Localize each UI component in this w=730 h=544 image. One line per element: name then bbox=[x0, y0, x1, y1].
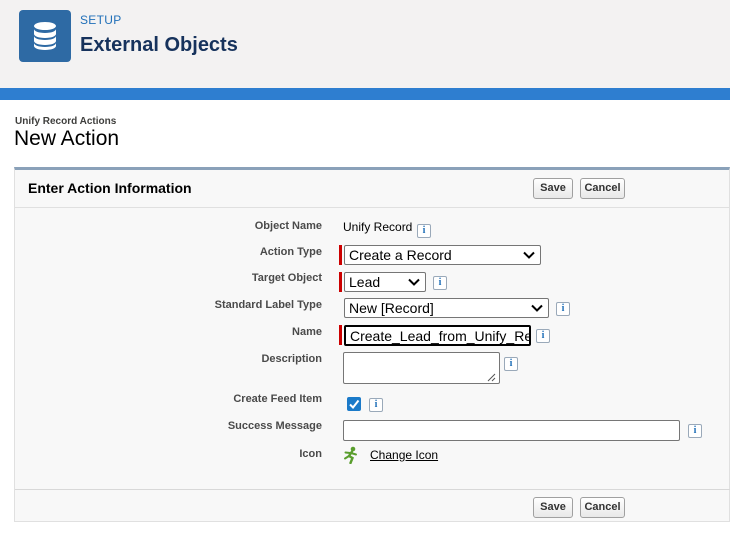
object-name-label: Object Name bbox=[254, 220, 322, 232]
cancel-button[interactable]: Cancel bbox=[580, 497, 625, 518]
description-textarea[interactable] bbox=[343, 352, 500, 384]
standard-label-type-label: Standard Label Type bbox=[214, 299, 322, 311]
target-object-select[interactable]: Lead bbox=[344, 272, 426, 292]
info-icon[interactable]: i bbox=[417, 224, 431, 238]
success-message-input[interactable] bbox=[343, 420, 680, 441]
action-type-select[interactable]: Create a Record bbox=[344, 245, 541, 265]
action-title: New Action bbox=[14, 127, 120, 150]
page-title: External Objects bbox=[80, 34, 238, 56]
running-figure-icon bbox=[344, 446, 357, 464]
info-icon[interactable]: i bbox=[556, 302, 570, 316]
chevron-down-icon bbox=[408, 278, 420, 286]
icon-field-label: Icon bbox=[299, 448, 322, 460]
required-indicator bbox=[339, 272, 342, 292]
section-divider bbox=[15, 489, 730, 490]
section-divider bbox=[15, 207, 730, 208]
name-input[interactable]: Create_Lead_from_Unify_Re bbox=[344, 325, 531, 346]
info-icon[interactable]: i bbox=[433, 276, 447, 290]
required-indicator bbox=[339, 245, 342, 265]
header-banner bbox=[0, 88, 730, 100]
create-feed-item-label: Create Feed Item bbox=[233, 393, 322, 405]
setup-label: SETUP bbox=[80, 13, 122, 27]
info-icon[interactable]: i bbox=[369, 398, 383, 412]
breadcrumb: Unify Record Actions bbox=[15, 116, 117, 127]
database-icon bbox=[19, 10, 71, 62]
info-icon[interactable]: i bbox=[504, 357, 518, 371]
chevron-down-icon bbox=[523, 251, 535, 259]
target-object-label: Target Object bbox=[251, 272, 322, 284]
chevron-down-icon bbox=[531, 304, 543, 312]
checkmark-icon bbox=[349, 399, 360, 410]
change-icon-link[interactable]: Change Icon bbox=[370, 448, 438, 462]
description-label: Description bbox=[261, 353, 322, 365]
object-name-value: Unify Record bbox=[343, 220, 413, 234]
create-feed-item-checkbox[interactable] bbox=[347, 397, 361, 411]
save-button[interactable]: Save bbox=[533, 497, 573, 518]
standard-label-type-value: New [Record] bbox=[349, 300, 434, 316]
action-type-label: Action Type bbox=[259, 246, 322, 258]
save-button[interactable]: Save bbox=[533, 178, 573, 199]
resize-handle-icon[interactable] bbox=[486, 372, 496, 382]
success-message-label: Success Message bbox=[227, 420, 322, 432]
info-icon[interactable]: i bbox=[688, 424, 702, 438]
target-object-value: Lead bbox=[349, 274, 381, 290]
standard-label-type-select[interactable]: New [Record] bbox=[344, 298, 549, 318]
section-title: Enter Action Information bbox=[28, 180, 192, 196]
action-type-value: Create a Record bbox=[349, 247, 452, 263]
cancel-button[interactable]: Cancel bbox=[580, 178, 625, 199]
name-label: Name bbox=[292, 326, 322, 338]
info-icon[interactable]: i bbox=[536, 329, 550, 343]
required-indicator bbox=[339, 325, 342, 345]
